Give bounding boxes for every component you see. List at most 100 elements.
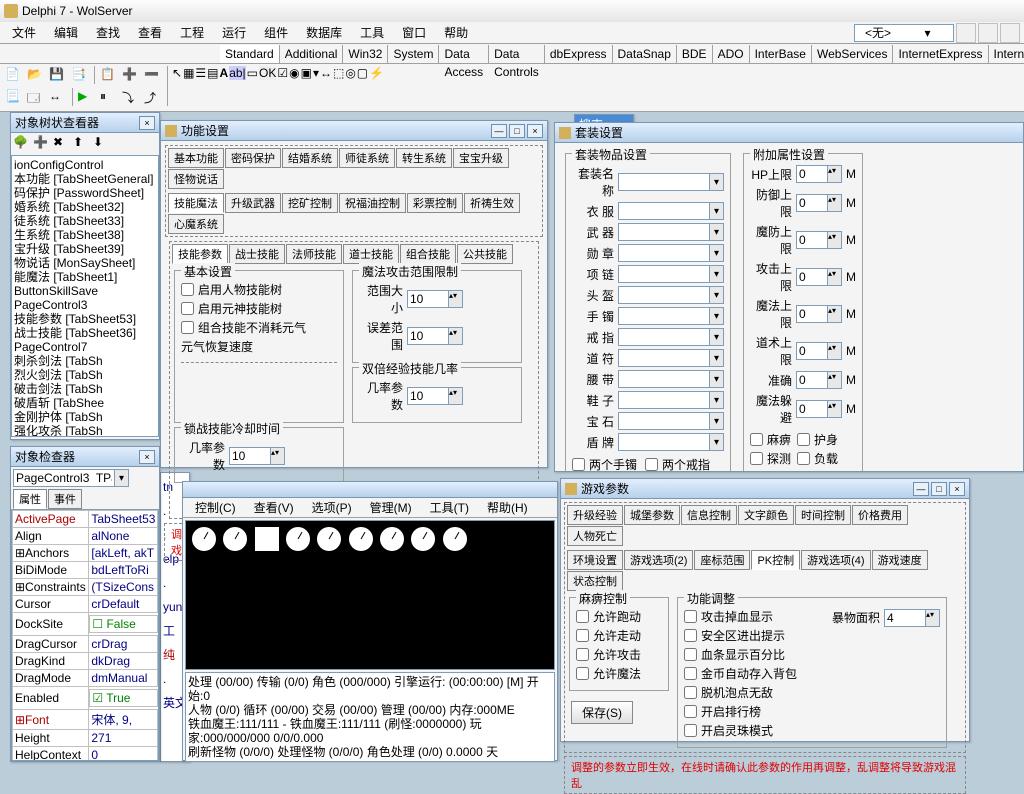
tab[interactable]: 祈祷生效 [464, 193, 520, 213]
chk-para-attack[interactable]: 允许攻击 [576, 646, 662, 663]
menu-edit[interactable]: 编辑 [46, 22, 86, 43]
dbg-menu-ctrl[interactable]: 控制(C) [187, 497, 244, 518]
tab[interactable]: 组合技能 [400, 244, 456, 264]
suit-combo[interactable]: ▾ [618, 412, 724, 430]
tab[interactable]: 基本功能 [168, 148, 224, 168]
tree-node[interactable]: PageControl3 [14, 298, 156, 312]
dbg-menu-opt[interactable]: 选项(P) [304, 497, 360, 518]
tree-node[interactable]: 强化攻杀 [TabSh [14, 424, 156, 437]
tab[interactable]: PK控制 [751, 550, 800, 570]
timer-icon[interactable] [223, 527, 247, 551]
spin-range-err[interactable]: ▴▾ [407, 327, 463, 345]
tab-dbexpress[interactable]: dbExpress [545, 45, 613, 63]
game-save-button[interactable]: 保存(S) [571, 701, 633, 724]
tb-viewunit[interactable]: 📃 [4, 88, 24, 108]
tb-addfile[interactable]: ➕ [121, 66, 141, 86]
palette-popup[interactable]: ▤ [207, 66, 218, 80]
palette-listbox[interactable]: ▣ [301, 66, 312, 80]
prop-row[interactable]: Enabled☑ True [13, 687, 158, 710]
layout-combo[interactable]: <无>▾ [854, 24, 954, 42]
prop-row[interactable]: ⊞Font宋体, 9, [13, 710, 158, 730]
chk-stealth[interactable]: 隐身 [750, 469, 791, 472]
palette-panel[interactable]: ▢ [357, 66, 368, 80]
prop-row[interactable]: DockSite☐ False [13, 613, 158, 636]
timer-icon[interactable] [286, 527, 310, 551]
prop-row[interactable]: DragKinddkDrag [13, 653, 158, 670]
tab[interactable]: 结婚系统 [282, 148, 338, 168]
palette-combo[interactable]: ▾ [313, 66, 319, 80]
spin-drop-area[interactable]: ▴▾ [884, 609, 940, 627]
tab[interactable]: 座标范围 [694, 550, 750, 570]
toolbar-btn-1[interactable] [956, 23, 976, 43]
tree-node[interactable]: 金刚护体 [TabSh [14, 410, 156, 424]
chk-func-6[interactable]: 开启灵珠模式 [684, 722, 830, 739]
spin-range-size[interactable]: ▴▾ [407, 290, 463, 308]
tab-additional[interactable]: Additional [280, 45, 344, 63]
menu-view[interactable]: 查看 [130, 22, 170, 43]
tree-node[interactable]: 破盾斩 [TabShee [14, 396, 156, 410]
chk-para-magic[interactable]: 允许魔法 [576, 665, 662, 682]
chk-para-run[interactable]: 允许跑动 [576, 608, 662, 625]
tab[interactable]: 文字颜色 [738, 505, 794, 525]
tree-node[interactable]: 宝升级 [TabSheet39] [14, 242, 156, 256]
attr-spin[interactable]: ▴▾ [796, 305, 842, 323]
palette-cursor[interactable]: ↖ [172, 66, 182, 80]
tab[interactable]: 心魔系统 [168, 214, 224, 234]
prop-row[interactable]: ⊞Anchors[akLeft, akT [13, 545, 158, 562]
tab[interactable]: 挖矿控制 [282, 193, 338, 213]
menu-project[interactable]: 工程 [172, 22, 212, 43]
tab[interactable]: 宝宝升级 [453, 148, 509, 168]
game-min-icon[interactable]: — [913, 482, 929, 496]
tab[interactable]: 游戏选项(2) [624, 550, 693, 570]
prop-row[interactable]: DragCursorcrDrag [13, 636, 158, 653]
tab[interactable]: 彩票控制 [407, 193, 463, 213]
tab[interactable]: 信息控制 [681, 505, 737, 525]
tab-interbase[interactable]: InterBase [750, 45, 812, 63]
suit-combo[interactable]: ▾ [618, 286, 724, 304]
dbg-menu-help[interactable]: 帮助(H) [479, 497, 536, 518]
object-tree[interactable]: ionConfigControl本功能 [TabSheetGeneral]码保护… [11, 155, 159, 437]
tree-node[interactable]: 码保护 [PasswordSheet] [14, 186, 156, 200]
menu-tools[interactable]: 工具 [352, 22, 392, 43]
prop-row[interactable]: CursorcrDefault [13, 596, 158, 613]
spin-exp-rate[interactable]: ▴▾ [407, 387, 463, 405]
tb-newform[interactable]: 📋 [99, 66, 119, 86]
tree-node[interactable]: 战士技能 [TabSheet36] [14, 326, 156, 340]
inspector-tab-props[interactable]: 属性 [13, 489, 47, 509]
tree-tb3[interactable]: ✖ [53, 135, 71, 153]
suit-combo[interactable]: ▾ [618, 223, 724, 241]
tree-node[interactable]: ButtonSkillSave [14, 284, 156, 298]
chk-func-5[interactable]: 开启排行榜 [684, 703, 830, 720]
tab[interactable]: 技能魔法 [168, 193, 224, 213]
spin-cooldown[interactable]: ▴▾ [229, 447, 285, 465]
func-close-icon[interactable]: × [527, 124, 543, 138]
tab-bde[interactable]: BDE [677, 45, 713, 63]
tree-node[interactable]: 本功能 [TabSheetGeneral] [14, 172, 156, 186]
tab-internet[interactable]: Internet [989, 45, 1024, 63]
suit-combo[interactable]: ▾ [618, 349, 724, 367]
tree-tb1[interactable]: 🌳 [13, 135, 31, 153]
palette-button[interactable]: OK [259, 66, 276, 80]
menu-window[interactable]: 窗口 [394, 22, 434, 43]
tab[interactable]: 道士技能 [343, 244, 399, 264]
tab[interactable]: 法师技能 [286, 244, 342, 264]
tree-node[interactable]: 婚系统 [TabSheet32] [14, 200, 156, 214]
tab-datasnap[interactable]: DataSnap [613, 45, 677, 63]
tree-tb2[interactable]: ➕ [33, 135, 51, 153]
inspector-tab-events[interactable]: 事件 [48, 489, 82, 509]
menu-file[interactable]: 文件 [4, 22, 44, 43]
tab[interactable]: 游戏速度 [872, 550, 928, 570]
dbg-menu-tool[interactable]: 工具(T) [422, 497, 477, 518]
inspector-combo[interactable]: ▾ [13, 469, 129, 487]
tab[interactable]: 状态控制 [567, 571, 623, 591]
menu-help[interactable]: 帮助 [436, 22, 476, 43]
menu-component[interactable]: 组件 [256, 22, 296, 43]
tab-ado[interactable]: ADO [713, 45, 750, 63]
tree-node[interactable]: 破击剑法 [TabSh [14, 382, 156, 396]
palette-scrollbar[interactable]: ↔ [320, 66, 332, 80]
menu-find[interactable]: 查找 [88, 22, 128, 43]
tab[interactable]: 升级经验 [567, 505, 623, 525]
tree-tb5[interactable]: ⬇ [93, 135, 111, 153]
timer-icon[interactable] [192, 527, 216, 551]
tree-node[interactable]: 生系统 [TabSheet38] [14, 228, 156, 242]
